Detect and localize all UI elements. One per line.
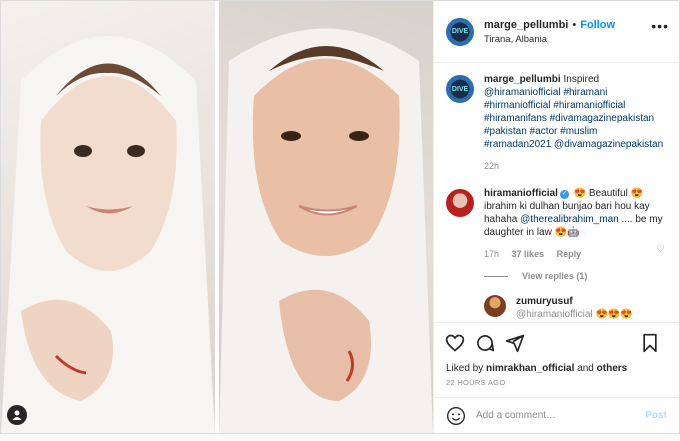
share-send-icon[interactable] <box>504 332 526 354</box>
comment-time[interactable]: 17h <box>484 249 499 259</box>
save-bookmark-icon[interactable] <box>639 332 661 354</box>
caption-username[interactable]: marge_pellumbi <box>484 74 561 85</box>
view-replies-label: View replies (1) <box>522 271 588 281</box>
comment-like-heart-icon[interactable]: ♡ <box>656 244 665 255</box>
verified-badge-icon: ✓ <box>559 190 569 199</box>
comment-likes[interactable]: 37 likes <box>512 249 545 259</box>
action-bar <box>434 322 679 362</box>
comment-bubble-icon[interactable] <box>474 332 496 354</box>
caption-time[interactable]: 22h <box>484 161 499 171</box>
liked-mid: and <box>574 363 597 374</box>
woman-illustration <box>219 28 433 433</box>
commenter-avatar[interactable] <box>446 189 474 217</box>
reply-comment: zumuryusuf @hiramaniofficial 😍😍😍 ♡ <box>484 295 667 321</box>
liked-by: Liked by nimrakhan_official and others <box>434 362 679 375</box>
post-time[interactable]: 22 HOURS AGO <box>434 375 679 387</box>
avatar-logo-text: DIVE <box>451 28 469 35</box>
reply-body: zumuryusuf @hiramaniofficial 😍😍😍 <box>516 295 646 321</box>
photo-woman <box>219 1 433 433</box>
reply-text: @hiramaniofficial 😍😍😍 <box>516 309 633 320</box>
comment-meta: 17h 37 likes Reply <box>484 248 664 261</box>
liked-others[interactable]: others <box>597 363 628 374</box>
caption-body: marge_pellumbi Inspired @hiramaniofficia… <box>484 73 664 173</box>
comment: hiramaniofficial ✓ 😍 Beautiful 😍 ibrahim … <box>446 187 667 261</box>
view-replies-button[interactable]: View replies (1) <box>484 271 667 281</box>
like-heart-icon[interactable] <box>444 332 466 354</box>
comment-body: hiramaniofficial ✓ 😍 Beautiful 😍 ibrahim … <box>484 187 664 261</box>
avatar-logo-text: DIVE <box>451 85 469 93</box>
replies-line <box>484 275 508 277</box>
reply-button[interactable]: Reply <box>557 249 582 259</box>
more-dots-icon[interactable]: ••• <box>651 18 669 34</box>
post-header: DIVE marge_pellumbi • Follow Tirana, Alb… <box>434 1 679 63</box>
photo-child <box>1 1 215 433</box>
caption-meta: 22h <box>484 160 664 173</box>
caption-tags[interactable]: @hiramaniofficial #hiramani #hirmanioffi… <box>484 87 663 150</box>
caption: DIVE marge_pellumbi Inspired @hiramaniof… <box>446 73 667 173</box>
emoji-smile-icon[interactable] <box>446 406 466 426</box>
bottom-strip <box>0 435 680 441</box>
comment-mention[interactable]: @therealibrahim_man <box>520 214 619 225</box>
liked-prefix: Liked by <box>446 363 487 374</box>
reply-avatar[interactable] <box>484 295 506 317</box>
child-illustration <box>1 36 215 433</box>
post-media[interactable] <box>1 1 433 433</box>
author-username[interactable]: marge_pellumbi <box>484 19 568 31</box>
post-comment-button[interactable]: Post <box>645 410 667 421</box>
liked-user[interactable]: nimrakhan_official <box>486 363 574 374</box>
comment-input[interactable]: Add a comment… <box>476 410 556 421</box>
author-avatar[interactable]: DIVE <box>446 17 474 46</box>
commenter-username[interactable]: hiramaniofficial <box>484 188 558 199</box>
reply-username[interactable]: zumuryusuf <box>516 296 573 307</box>
follow-button[interactable]: Follow <box>580 19 615 31</box>
comments-section: DIVE marge_pellumbi Inspired @hiramaniof… <box>434 63 679 322</box>
post-location[interactable]: Tirana, Albania <box>484 34 615 45</box>
add-comment-bar: Add a comment… Post <box>434 397 679 433</box>
instagram-post: DIVE marge_pellumbi • Follow Tirana, Alb… <box>0 0 680 434</box>
header-line: marge_pellumbi • Follow <box>484 19 615 31</box>
post-sidebar: DIVE marge_pellumbi • Follow Tirana, Alb… <box>433 1 679 433</box>
tagged-user-icon[interactable] <box>7 405 27 425</box>
caption-text: Inspired <box>563 74 600 85</box>
header-text: marge_pellumbi • Follow Tirana, Albania <box>484 19 615 45</box>
separator-dot: • <box>572 18 577 31</box>
caption-avatar[interactable]: DIVE <box>446 75 474 103</box>
